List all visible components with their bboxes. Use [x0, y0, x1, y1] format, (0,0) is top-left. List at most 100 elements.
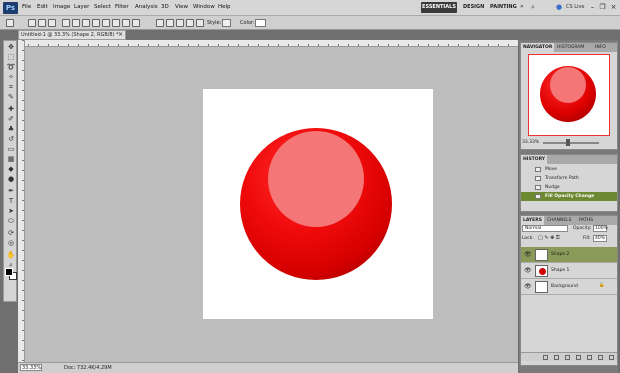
menu-filter[interactable]: Filter [115, 4, 129, 10]
menu-3d[interactable]: 3D [161, 4, 169, 10]
tab-history[interactable]: HISTORY [521, 155, 548, 164]
3d-orbit-icon[interactable]: ◎ [6, 239, 16, 248]
tab-info[interactable]: INFO [593, 43, 608, 52]
sphere-highlight-shape[interactable] [268, 131, 364, 227]
rectangle-icon[interactable] [82, 19, 90, 27]
history-item[interactable]: Transform Path [521, 174, 617, 183]
pen-icon[interactable] [62, 19, 70, 27]
layer-mask-icon[interactable] [565, 355, 570, 360]
history-item[interactable]: Move [521, 165, 617, 174]
zoom-field[interactable]: 33.33% [20, 364, 42, 371]
delete-layer-icon[interactable] [609, 355, 614, 360]
restore-icon[interactable]: ❐ [598, 3, 607, 12]
new-layer-mode-icon[interactable] [156, 19, 164, 27]
lock-options-icons[interactable]: □ ✎ ✥ ⚿ [538, 235, 560, 241]
layer-row-shape-2[interactable]: 👁 Shape 2 [521, 247, 617, 263]
subtract-mode-icon[interactable] [176, 19, 184, 27]
menu-file[interactable]: File [22, 4, 31, 10]
color-picker[interactable] [255, 19, 266, 27]
type-icon[interactable]: T [6, 197, 16, 206]
foreground-color-swatch[interactable] [5, 268, 13, 276]
tab-paths[interactable]: PATHS [577, 216, 595, 225]
add-mode-icon[interactable] [166, 19, 174, 27]
brush-icon[interactable]: ✐ [6, 115, 16, 124]
layer-thumbnail [535, 265, 548, 277]
workspace-painting-button[interactable]: PAINTING [490, 4, 517, 10]
menu-window[interactable]: Window [193, 4, 215, 10]
move-icon[interactable]: ✥ [6, 43, 16, 52]
layer-row-background[interactable]: 👁 Background 🔒 [521, 279, 617, 295]
minimize-icon[interactable]: – [588, 3, 597, 12]
navigator-slider-handle[interactable] [566, 139, 570, 146]
eye-icon[interactable]: 👁 [524, 267, 532, 274]
fill-field[interactable]: 40% [593, 235, 607, 242]
paths-icon[interactable] [38, 19, 46, 27]
style-picker[interactable] [222, 19, 231, 27]
history-item[interactable]: Nudge [521, 183, 617, 192]
menu-layer[interactable]: Layer [74, 4, 89, 10]
path-selection-icon[interactable]: ➤ [6, 207, 16, 216]
tool-preset-icon[interactable] [6, 19, 14, 27]
lasso-icon[interactable]: ➰ [6, 63, 16, 72]
blur-icon[interactable]: ◆ [6, 165, 16, 174]
menu-select[interactable]: Select [94, 4, 111, 10]
search-icon[interactable]: ⌕ [531, 3, 535, 12]
3d-rotate-icon[interactable]: ⟳ [6, 229, 16, 238]
workspace-more-icon[interactable]: » [520, 3, 524, 10]
cs-live-button[interactable]: CS Live [566, 4, 584, 10]
document-tab[interactable]: Untitled-1 @ 33.3% (Shape 2, RGB/8) * × [18, 30, 126, 40]
menu-edit[interactable]: Edit [37, 4, 48, 10]
crop-icon[interactable]: ⌗ [6, 83, 16, 92]
layer-style-icon[interactable] [554, 355, 559, 360]
layer-row-shape-1[interactable]: 👁 Shape 1 [521, 263, 617, 279]
history-brush-icon[interactable]: ↺ [6, 135, 16, 144]
pen-icon[interactable]: ✒ [6, 187, 16, 196]
gradient-icon[interactable]: ▦ [6, 155, 16, 164]
navigator-zoom-slider[interactable] [543, 142, 599, 144]
menu-view[interactable]: View [175, 4, 188, 10]
intersect-mode-icon[interactable] [186, 19, 194, 27]
tab-channels[interactable]: CHANNELS [545, 216, 574, 225]
custom-shape-icon[interactable] [132, 19, 140, 27]
hand-icon[interactable]: ✋ [6, 251, 16, 260]
color-label: Color: [240, 20, 255, 26]
polygon-icon[interactable] [112, 19, 120, 27]
menu-analysis[interactable]: Analysis [135, 4, 158, 10]
adjustment-layer-icon[interactable] [576, 355, 581, 360]
new-layer-icon[interactable] [598, 355, 603, 360]
line-icon[interactable] [122, 19, 130, 27]
shape-icon[interactable]: ⬭ [6, 217, 16, 226]
tab-histogram[interactable]: HISTOGRAM [555, 43, 586, 52]
workspace-design-button[interactable]: DESIGN [463, 4, 484, 10]
eye-icon[interactable]: 👁 [524, 283, 532, 290]
fill-pixels-icon[interactable] [48, 19, 56, 27]
magic-wand-icon[interactable]: ✧ [6, 73, 16, 82]
history-item-selected[interactable]: Fill Opacity Change [521, 192, 617, 201]
workspace-essentials-button[interactable]: ESSENTIALS [421, 2, 457, 13]
eye-icon[interactable]: 👁 [524, 251, 532, 258]
fill-label: Fill: [583, 236, 591, 241]
link-layers-icon[interactable] [543, 355, 548, 360]
menu-image[interactable]: Image [53, 4, 70, 10]
freeform-pen-icon[interactable] [72, 19, 80, 27]
marquee-icon[interactable]: ⬚ [6, 53, 16, 62]
ellipse-icon[interactable] [102, 19, 110, 27]
dodge-icon[interactable]: ● [6, 175, 16, 184]
rounded-rect-icon[interactable] [92, 19, 100, 27]
document-info[interactable]: Doc: 732.4K/4.29M [64, 365, 112, 371]
eyedropper-icon[interactable]: ✎ [6, 93, 16, 102]
healing-brush-icon[interactable]: ✚ [6, 105, 16, 114]
exclude-mode-icon[interactable] [196, 19, 204, 27]
opacity-field[interactable]: 100% [593, 225, 608, 232]
blend-mode-select[interactable]: Normal [522, 225, 568, 232]
menu-help[interactable]: Help [218, 4, 231, 10]
clone-stamp-icon[interactable]: ♣ [6, 125, 16, 134]
new-group-icon[interactable] [587, 355, 592, 360]
tab-close-icon[interactable]: × [118, 31, 123, 39]
close-icon[interactable]: × [609, 3, 618, 12]
tab-navigator[interactable]: NAVIGATOR [521, 43, 555, 52]
shape-layers-icon[interactable] [28, 19, 36, 27]
eraser-icon[interactable]: ▭ [6, 145, 16, 154]
tab-layers[interactable]: LAYERS [521, 216, 544, 225]
navigator-zoom-value[interactable]: 33.33% [522, 140, 539, 145]
